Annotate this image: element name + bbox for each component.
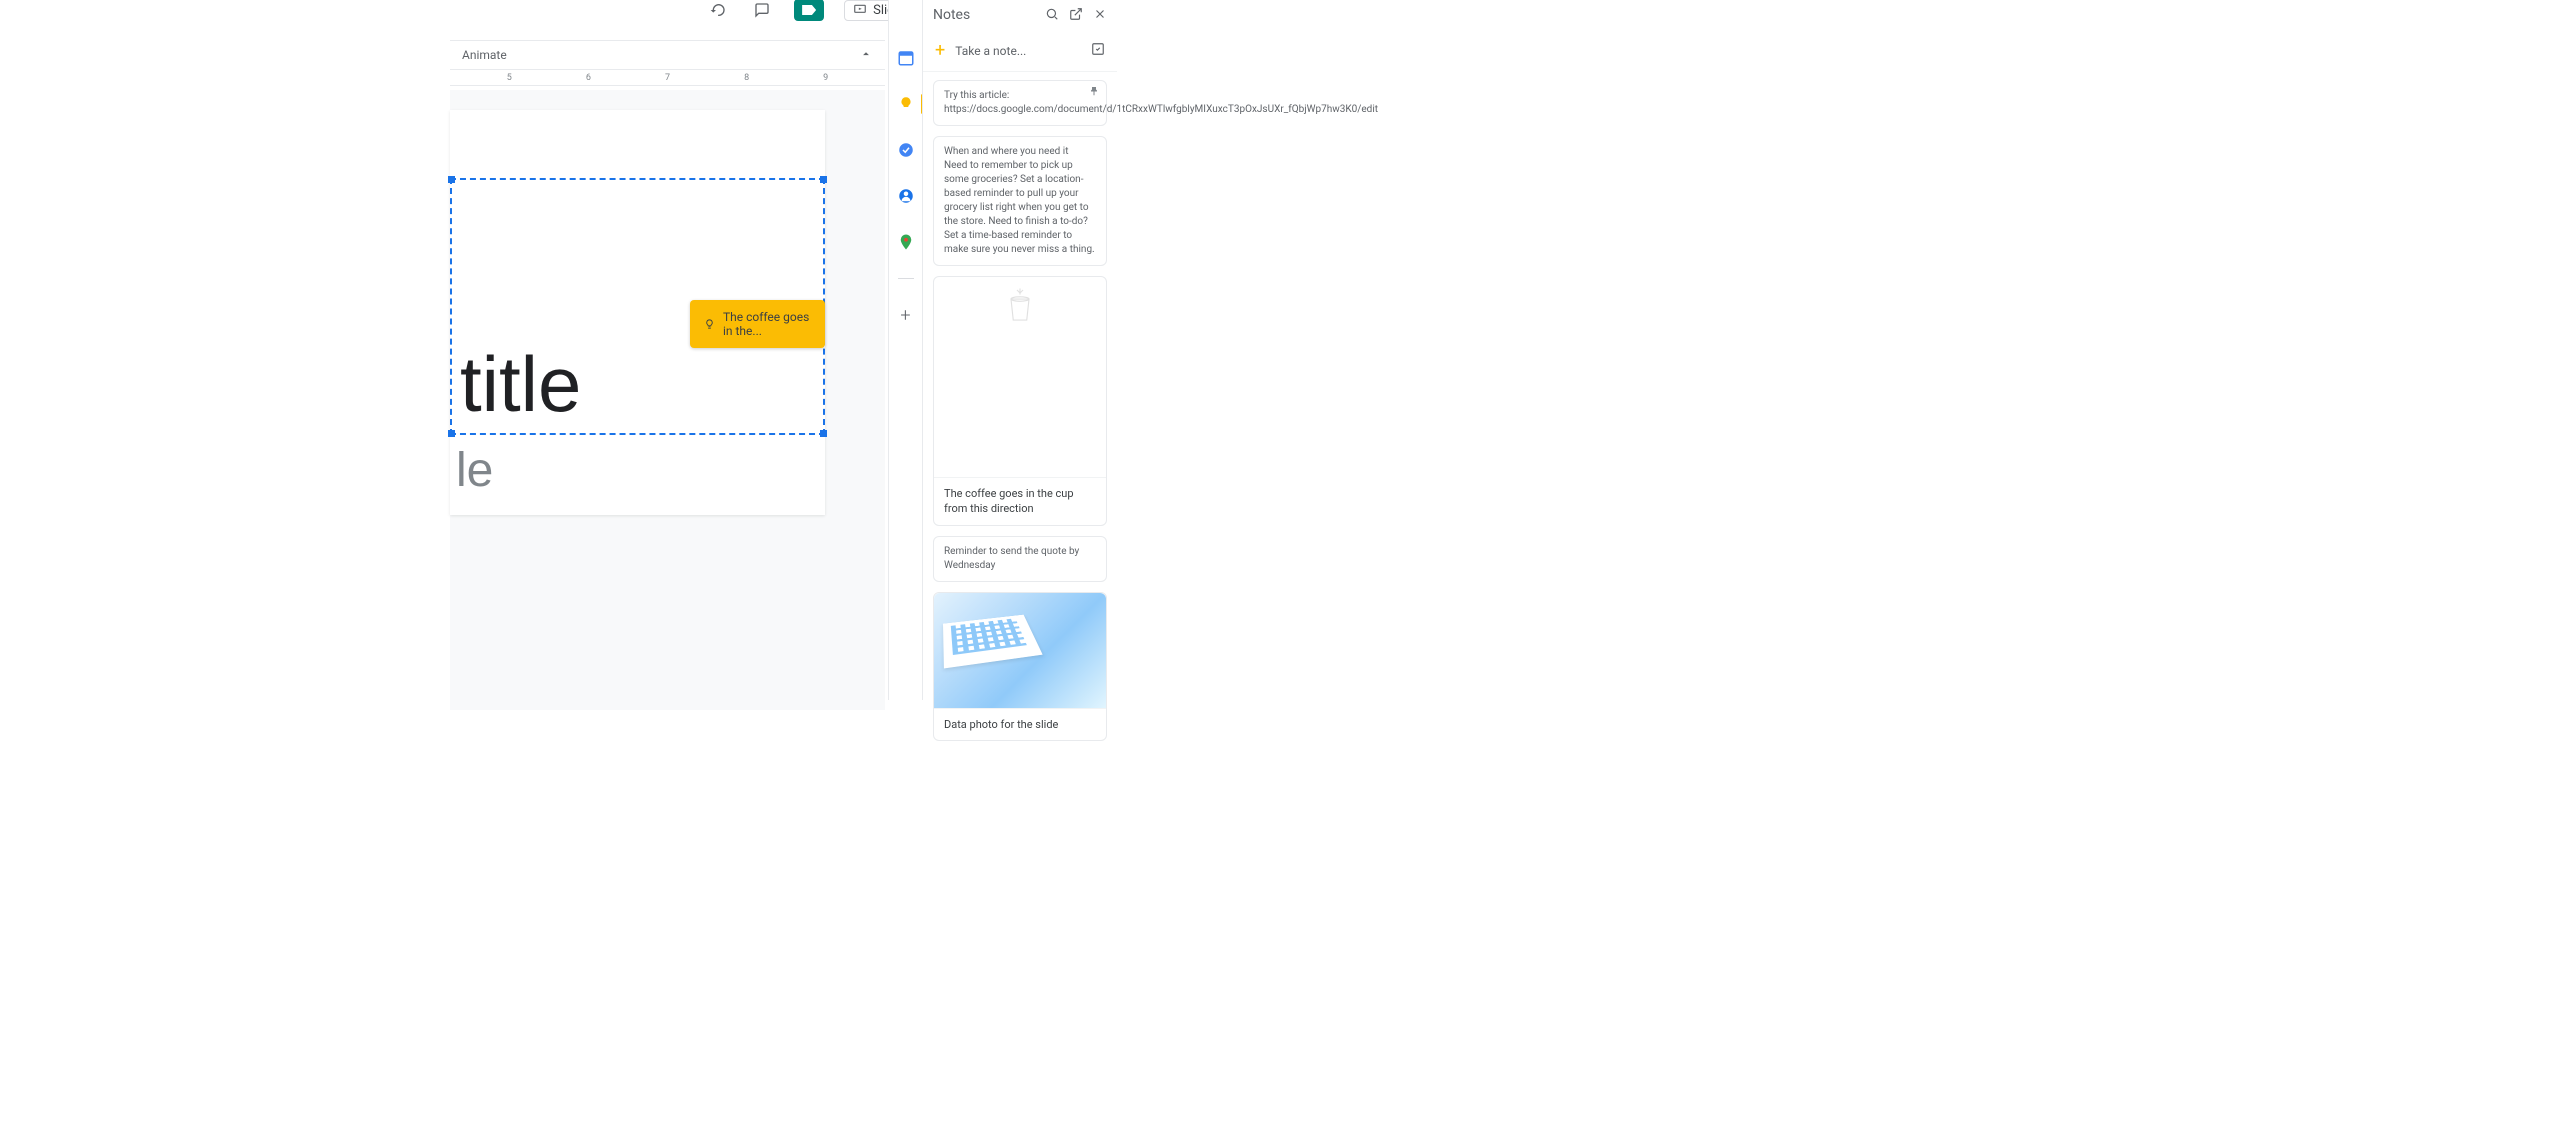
- keep-note-chip[interactable]: The coffee goes in the...: [690, 300, 825, 348]
- note-caption: The coffee goes in the cup from this dir…: [934, 477, 1106, 525]
- keep-header: Notes: [923, 0, 1117, 30]
- ruler-tick: 6: [569, 73, 609, 83]
- note-body: Try this article: https://docs.google.co…: [944, 90, 1378, 115]
- maps-icon[interactable]: [896, 232, 916, 252]
- ruler-tick: 8: [727, 73, 767, 83]
- keep-panel: Notes + Take a note... Try this article:…: [922, 0, 1117, 700]
- cup-sketch-icon: [1005, 287, 1035, 323]
- animate-panel-header[interactable]: Animate: [450, 40, 885, 70]
- note-card[interactable]: Try this article: https://docs.google.co…: [933, 80, 1107, 126]
- contacts-icon[interactable]: [896, 186, 916, 206]
- selection-handle-tr[interactable]: [820, 176, 827, 183]
- side-panel-bar: +: [888, 0, 922, 700]
- note-card-drawing[interactable]: The coffee goes in the cup from this dir…: [933, 276, 1107, 526]
- subtitle-text[interactable]: le: [456, 443, 493, 498]
- take-note-input[interactable]: + Take a note...: [923, 30, 1117, 72]
- chip-text: The coffee goes in the...: [723, 310, 811, 338]
- lightbulb-icon: [704, 316, 715, 332]
- new-list-icon[interactable]: [1091, 41, 1105, 60]
- calendar-icon[interactable]: [896, 48, 916, 68]
- note-body: When and where you need it Need to remem…: [944, 146, 1095, 255]
- comment-icon[interactable]: [750, 0, 774, 22]
- keep-icon[interactable]: [896, 94, 916, 114]
- animate-label: Animate: [462, 48, 507, 62]
- selection-handle-tl[interactable]: [448, 176, 455, 183]
- close-icon[interactable]: [1093, 6, 1107, 25]
- note-card-image[interactable]: Data photo for the slide: [933, 592, 1107, 741]
- image-thumbnail: [934, 593, 1106, 708]
- keep-title: Notes: [933, 7, 970, 23]
- horizontal-ruler: 5 6 7 8 9: [450, 70, 885, 86]
- title-text[interactable]: title: [460, 345, 581, 423]
- note-body: Reminder to send the quote by Wednesday: [944, 546, 1079, 571]
- note-caption: Data photo for the slide: [934, 708, 1106, 740]
- search-icon[interactable]: [1045, 6, 1059, 25]
- ruler-tick: 7: [648, 73, 688, 83]
- open-in-new-icon[interactable]: [1069, 6, 1083, 25]
- add-addon-button[interactable]: +: [896, 305, 916, 325]
- drawing-thumbnail: [934, 277, 1106, 477]
- chevron-up-icon[interactable]: [859, 47, 873, 64]
- plus-icon: +: [935, 40, 945, 61]
- note-card[interactable]: Reminder to send the quote by Wednesday: [933, 536, 1107, 582]
- note-card[interactable]: When and where you need it Need to remem…: [933, 136, 1107, 266]
- ruler-tick: 5: [490, 73, 530, 83]
- history-icon[interactable]: [706, 0, 730, 22]
- tasks-icon[interactable]: [896, 140, 916, 160]
- slide-canvas[interactable]: title le The coffee goes in the...: [450, 110, 825, 515]
- selection-handle-br[interactable]: [820, 430, 827, 437]
- ruler-tick: 9: [806, 73, 846, 83]
- take-note-placeholder: Take a note...: [955, 44, 1081, 58]
- notes-list: Try this article: https://docs.google.co…: [923, 72, 1117, 749]
- meet-button[interactable]: [794, 0, 824, 21]
- slide-canvas-area[interactable]: title le The coffee goes in the...: [450, 90, 885, 710]
- pin-icon[interactable]: [1088, 85, 1100, 102]
- sidebar-divider: [898, 278, 914, 279]
- selection-handle-bl[interactable]: [448, 430, 455, 437]
